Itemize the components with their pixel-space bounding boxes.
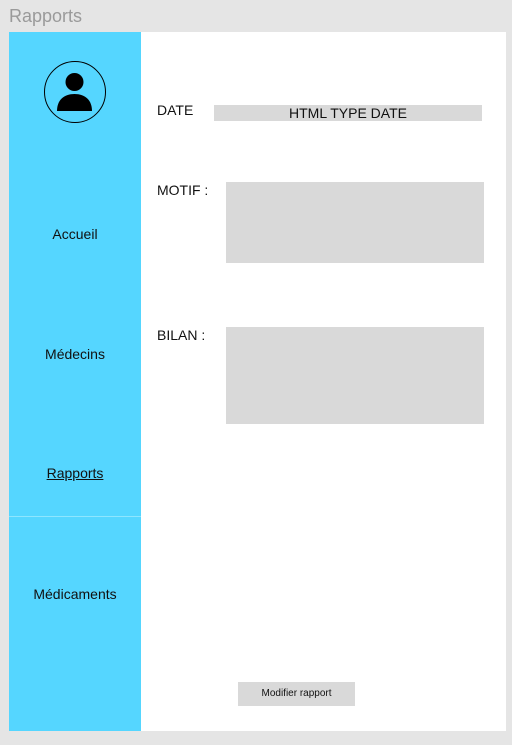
motif-label: MOTIF : <box>157 182 209 198</box>
modify-report-button[interactable]: Modifier rapport <box>238 682 355 706</box>
date-field[interactable]: HTML TYPE DATE <box>214 105 482 121</box>
sidebar-divider <box>9 516 141 517</box>
user-icon <box>57 73 92 111</box>
window-title: Rapports <box>9 6 83 26</box>
sidebar-item-rapports[interactable]: Rapports <box>9 465 141 481</box>
date-label: DATE <box>157 102 194 118</box>
sidebar-item-medecins[interactable]: Médecins <box>9 346 141 362</box>
motif-field[interactable] <box>226 182 484 263</box>
app-frame: Accueil Médecins Rapports Médicaments DA… <box>9 32 506 731</box>
sidebar-item-medicaments[interactable]: Médicaments <box>9 586 141 602</box>
avatar[interactable] <box>44 61 106 123</box>
sidebar: Accueil Médecins Rapports Médicaments <box>9 32 141 731</box>
bilan-label: BILAN : <box>157 327 206 343</box>
sidebar-item-accueil[interactable]: Accueil <box>9 226 141 242</box>
bilan-field[interactable] <box>226 327 484 424</box>
